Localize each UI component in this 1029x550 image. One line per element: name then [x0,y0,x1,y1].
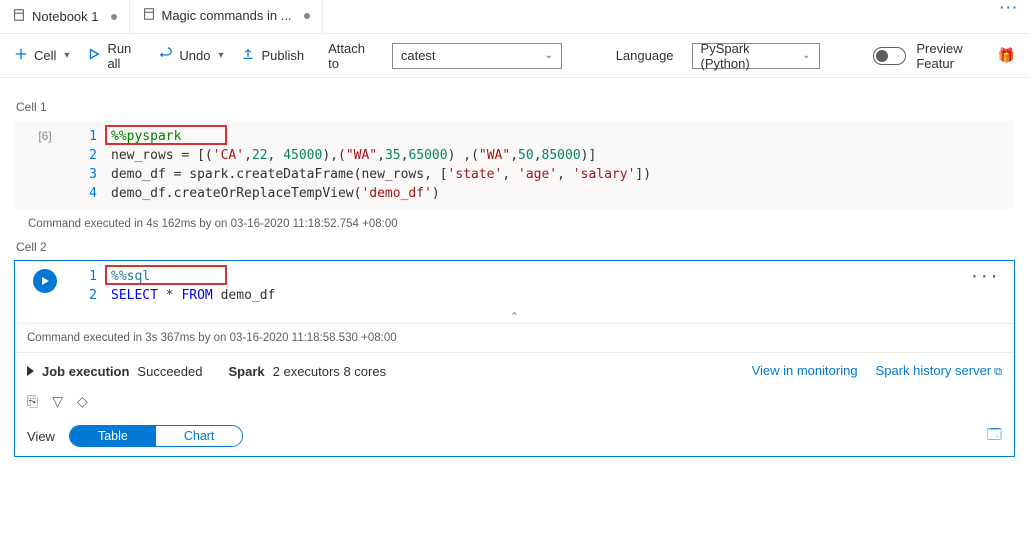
toolbar: Cell ▾ Run all Undo ▾ Publish Attach to … [0,34,1029,78]
cell-1-label: Cell 1 [16,100,1015,114]
spark-history-link[interactable]: Spark history server⧉ [876,363,1002,379]
expand-triangle-icon[interactable] [27,366,34,376]
cell-1[interactable]: [6] 1 2 3 4 %%pyspark new_rows = [('CA',… [14,120,1015,210]
value: PySpark (Python) [701,41,801,71]
cell-2-status: Command executed in 3s 367ms by on 03-16… [15,323,1014,352]
run-all-button[interactable]: Run all [87,41,141,71]
view-chart-button[interactable]: Chart [156,426,243,446]
job-status: Succeeded [137,364,202,379]
code-text[interactable]: %%pyspark new_rows = [('CA',22, 45000),(… [111,125,1004,203]
run-cell-button[interactable] [33,269,57,293]
unsaved-dot-icon [111,14,117,20]
cell-more-menu[interactable]: ··· [971,269,1000,288]
attach-to-label: Attach to [328,41,374,71]
chevron-down-icon: ⌄ [544,50,552,61]
code-editor[interactable]: [6] 1 2 3 4 %%pyspark new_rows = [('CA',… [15,121,1014,209]
code-text[interactable]: ···%%sql SELECT * FROM demo_df [111,265,1004,306]
plus-icon [14,47,28,64]
label: Run all [107,41,141,71]
label: Undo [179,48,210,63]
play-icon [87,47,101,64]
toggle-icon [873,47,906,65]
cell-2-label: Cell 2 [16,240,1015,254]
notebook-icon [12,8,26,25]
external-link-icon: ⧉ [994,366,1002,378]
collapse-chevron-icon[interactable]: ⌃ [15,310,1014,323]
view-in-monitoring-link[interactable]: View in monitoring [752,363,858,379]
view-label: View [27,429,55,444]
filter-icon[interactable]: ▽ [52,393,63,410]
highlight-box [105,125,227,145]
view-segmented-control: Table Chart [69,425,243,447]
spark-value: 2 executors 8 cores [273,364,386,379]
chevron-down-icon: ⌄ [802,50,810,61]
add-cell-button[interactable]: Cell ▾ [14,47,69,64]
tab-label: Notebook 1 [32,9,99,24]
job-execution-row: Job execution Succeeded Spark 2 executor… [15,352,1014,387]
copy-icon[interactable]: ⎘ [27,393,38,410]
attach-to-select[interactable]: catest ⌄ [392,43,562,69]
output-toolbar: ⎘ ▽ ◇ [15,387,1014,412]
clear-icon[interactable]: ◇ [77,393,88,410]
label: Cell [34,48,56,63]
notebook-icon [142,7,156,24]
tab-bar: Notebook 1 Magic commands in ... ··· [0,0,1029,34]
publish-button[interactable]: Publish [241,47,304,64]
view-row: View Table Chart 🗔 [15,412,1014,456]
spark-label: Spark [228,364,264,379]
notebook-content: Cell 1 [6] 1 2 3 4 %%pyspark new_rows = … [0,78,1029,457]
result-settings-icon[interactable]: 🗔 [987,424,1002,448]
view-table-button[interactable]: Table [70,426,156,446]
undo-icon [159,47,173,64]
chevron-down-icon: ▾ [218,50,223,61]
label: Publish [261,48,304,63]
cell-1-status: Command executed in 4s 162ms by on 03-16… [14,210,1015,232]
undo-button[interactable]: Undo ▾ [159,47,223,64]
job-label: Job execution [42,364,129,379]
exec-count: [6] [15,125,75,203]
tab-label: Magic commands in ... [162,8,292,23]
language-label: Language [616,48,674,63]
unsaved-dot-icon [304,13,310,19]
label: Preview Featur [916,41,991,71]
language-select[interactable]: PySpark (Python) ⌄ [692,43,820,69]
publish-icon [241,47,255,64]
code-editor[interactable]: 1 2 ···%%sql SELECT * FROM demo_df [15,261,1014,312]
gift-icon: 🎁 [998,47,1015,64]
tabs-overflow[interactable]: ··· [990,0,1029,33]
tab-notebook-1[interactable]: Notebook 1 [0,0,130,33]
tab-magic-commands[interactable]: Magic commands in ... [130,0,323,33]
chevron-down-icon: ▾ [64,50,69,61]
cell-2[interactable]: 1 2 ···%%sql SELECT * FROM demo_df ⌃ Com… [14,260,1015,457]
highlight-box [105,265,227,285]
preview-features-toggle[interactable]: Preview Featur 🎁 [873,41,1015,71]
value: catest [401,48,436,63]
